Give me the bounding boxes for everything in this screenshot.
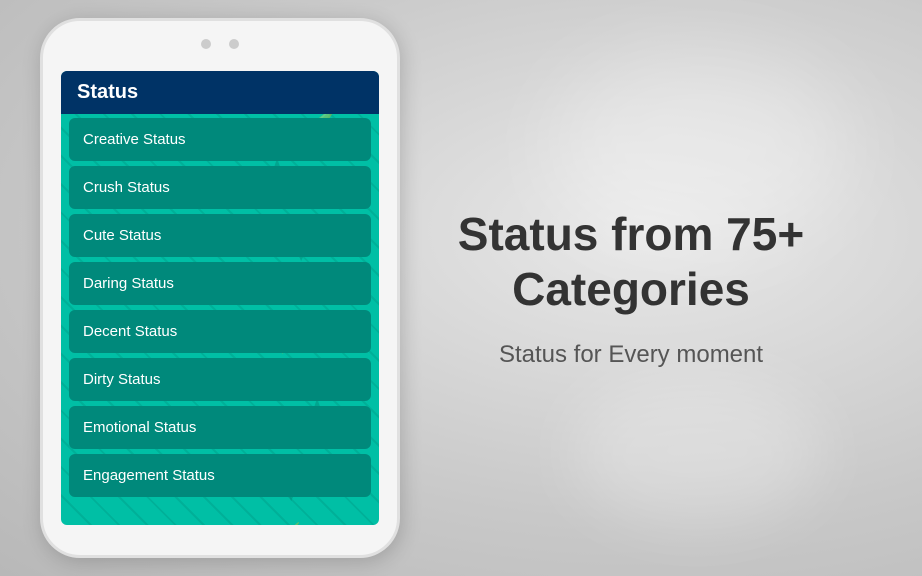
menu-item-dirty[interactable]: Dirty Status	[69, 358, 371, 401]
sub-heading: Status for Every moment	[499, 341, 763, 369]
menu-item-cute[interactable]: Cute Status	[69, 214, 371, 257]
phone-screen: ⚡ ★ ♥ ⚡ ★ ♥ ⚡ Status Creative Status Cru…	[61, 71, 379, 525]
menu-list: Creative Status Crush Status Cute Status…	[61, 114, 379, 501]
menu-item-creative[interactable]: Creative Status	[69, 118, 371, 161]
app-header: Status	[61, 71, 379, 114]
menu-item-decent[interactable]: Decent Status	[69, 310, 371, 353]
app-title: Status	[77, 81, 138, 104]
phone-top-dots	[201, 39, 239, 49]
menu-item-engagement[interactable]: Engagement Status	[69, 454, 371, 497]
menu-item-crush[interactable]: Crush Status	[69, 166, 371, 209]
menu-item-emotional[interactable]: Emotional Status	[69, 406, 371, 449]
phone-mockup: ⚡ ★ ♥ ⚡ ★ ♥ ⚡ Status Creative Status Cru…	[40, 18, 400, 558]
phone-dot-left	[201, 39, 211, 49]
menu-item-daring[interactable]: Daring Status	[69, 262, 371, 305]
phone-dot-right	[229, 39, 239, 49]
phone-body: ⚡ ★ ♥ ⚡ ★ ♥ ⚡ Status Creative Status Cru…	[40, 18, 400, 558]
main-heading: Status from 75+ Categories	[380, 207, 882, 317]
right-panel: Status from 75+ Categories Status for Ev…	[360, 187, 922, 389]
